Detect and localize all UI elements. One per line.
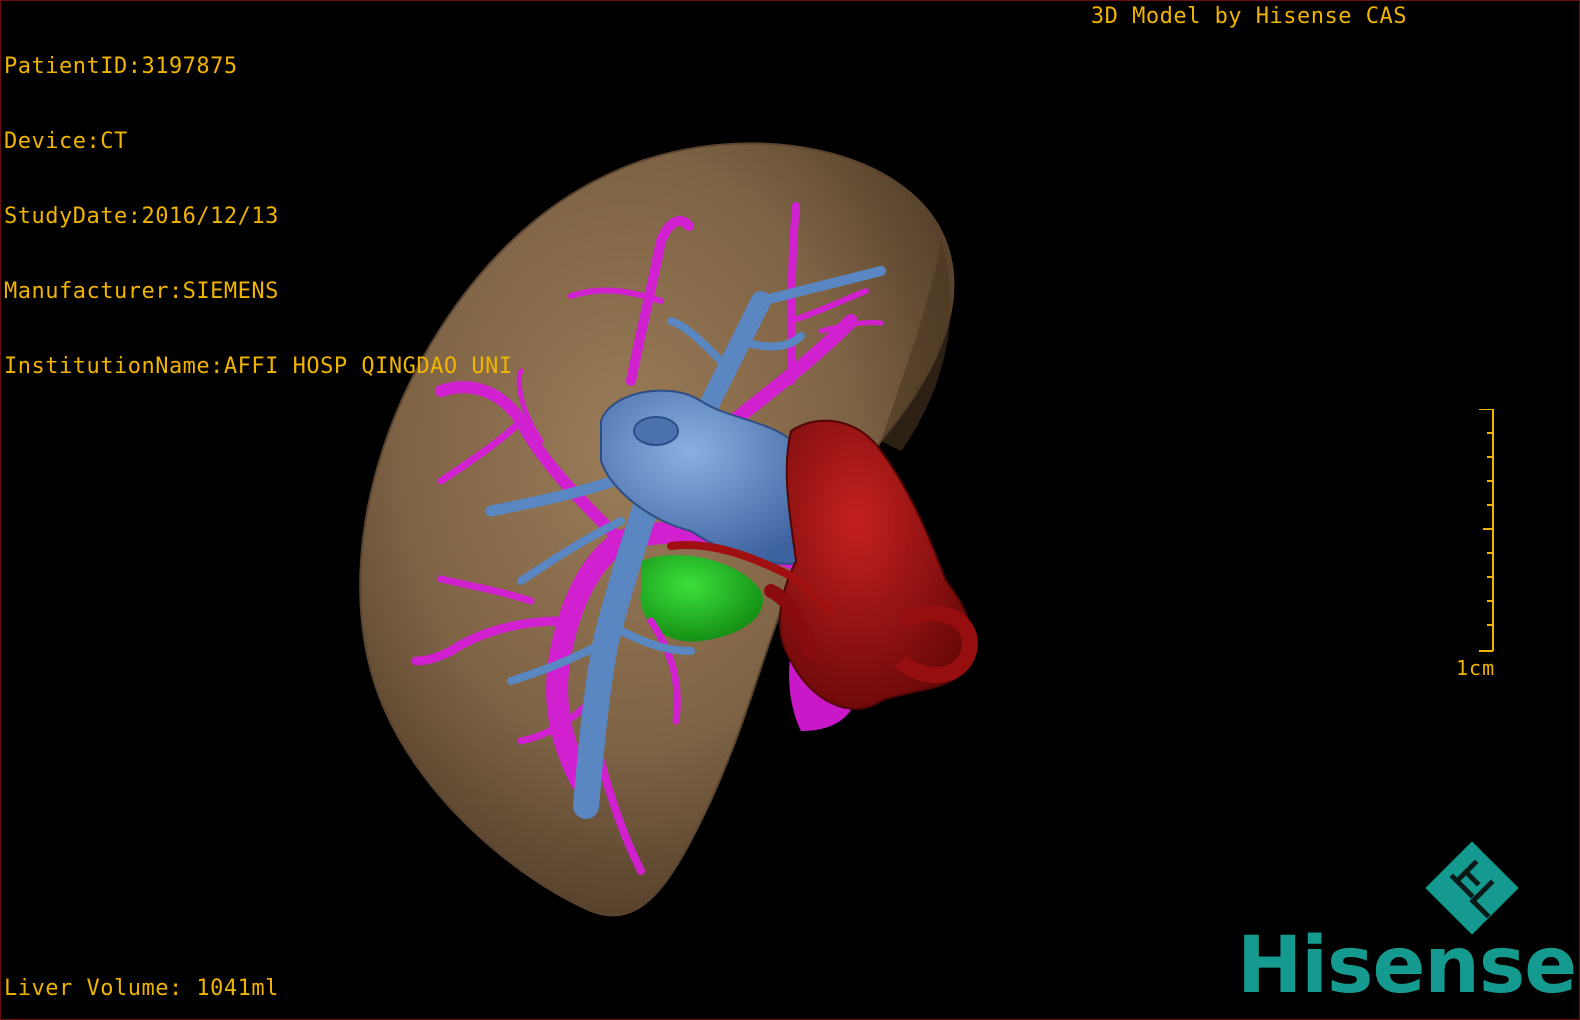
liver-volume: Liver Volume: 1041ml xyxy=(4,976,279,1001)
scale-bar xyxy=(1479,409,1494,652)
hisense-brand-text: Hisense xyxy=(1237,921,1577,1011)
model-credit: 3D Model by Hisense CAS xyxy=(1090,4,1407,29)
study-info-overlay: PatientID:3197875 Device:CT StudyDate:20… xyxy=(4,4,513,429)
device: Device:CT xyxy=(4,129,128,154)
ivc-opening xyxy=(633,416,679,446)
patient-id: PatientID:3197875 xyxy=(4,54,238,79)
manufacturer: Manufacturer:SIEMENS xyxy=(4,279,279,304)
scale-bar-label: 1cm xyxy=(1456,656,1496,680)
study-date: StudyDate:2016/12/13 xyxy=(4,204,279,229)
aorta xyxy=(778,419,973,710)
3d-viewport[interactable]: PatientID:3197875 Device:CT StudyDate:20… xyxy=(0,0,1580,1020)
institution-name: InstitutionName:AFFI HOSP QINGDAO UNI xyxy=(4,354,513,379)
